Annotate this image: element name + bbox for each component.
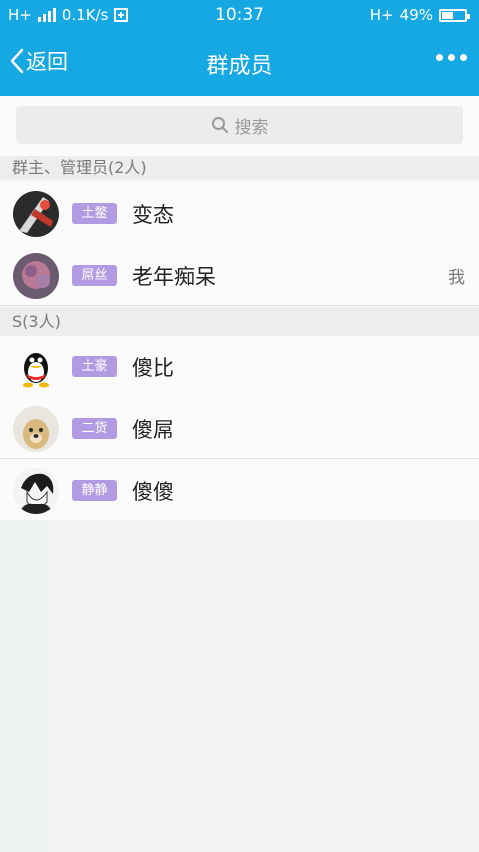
- member-row[interactable]: 屌丝 老年痴呆 我: [0, 245, 479, 306]
- more-options-button[interactable]: [436, 54, 467, 61]
- more-dot-icon: [448, 54, 455, 61]
- battery-percent: 49%: [399, 6, 433, 24]
- avatar[interactable]: [13, 253, 59, 299]
- search-placeholder: 搜索: [234, 117, 269, 138]
- member-row[interactable]: 静静 傻傻: [0, 460, 479, 521]
- search-area: 搜索: [0, 96, 479, 156]
- title-bar: 返回 群成员: [0, 30, 479, 96]
- member-name: 傻傻: [132, 480, 174, 504]
- battery-icon: [439, 8, 470, 22]
- member-row[interactable]: 土鳖 变态: [0, 183, 479, 244]
- member-name: 变态: [132, 203, 174, 227]
- status-bar: H+ 0.1K/s 10:37 H+ 49%: [0, 0, 479, 30]
- network-type-right: H+: [369, 6, 394, 24]
- avatar[interactable]: [13, 468, 59, 514]
- member-badge: 土豪: [72, 356, 117, 377]
- avatar[interactable]: [13, 191, 59, 237]
- member-badge: 二货: [72, 418, 117, 439]
- page-title: 群成员: [206, 54, 273, 79]
- avatar[interactable]: [13, 344, 59, 390]
- more-dot-icon: [436, 54, 443, 61]
- status-right: H+ 49%: [369, 6, 470, 24]
- member-name: 傻屌: [132, 418, 174, 442]
- member-badge: 静静: [72, 480, 117, 501]
- empty-area: [0, 520, 479, 852]
- member-row[interactable]: 土豪 傻比: [0, 336, 479, 397]
- search-icon: [211, 117, 228, 133]
- member-name: 傻比: [132, 356, 174, 380]
- member-name: 老年痴呆: [132, 265, 216, 289]
- more-dot-icon: [460, 54, 467, 61]
- member-badge: 土鳖: [72, 203, 117, 224]
- search-input[interactable]: 搜索: [16, 106, 463, 144]
- section-header-admins: 群主、管理员(2人): [0, 156, 479, 180]
- avatar[interactable]: [13, 406, 59, 452]
- member-badge: 屌丝: [72, 265, 117, 286]
- empty-area-edge: [0, 520, 48, 852]
- section-header-s: S(3人): [0, 307, 479, 336]
- self-indicator: 我: [448, 268, 465, 288]
- member-row[interactable]: 二货 傻屌: [0, 398, 479, 459]
